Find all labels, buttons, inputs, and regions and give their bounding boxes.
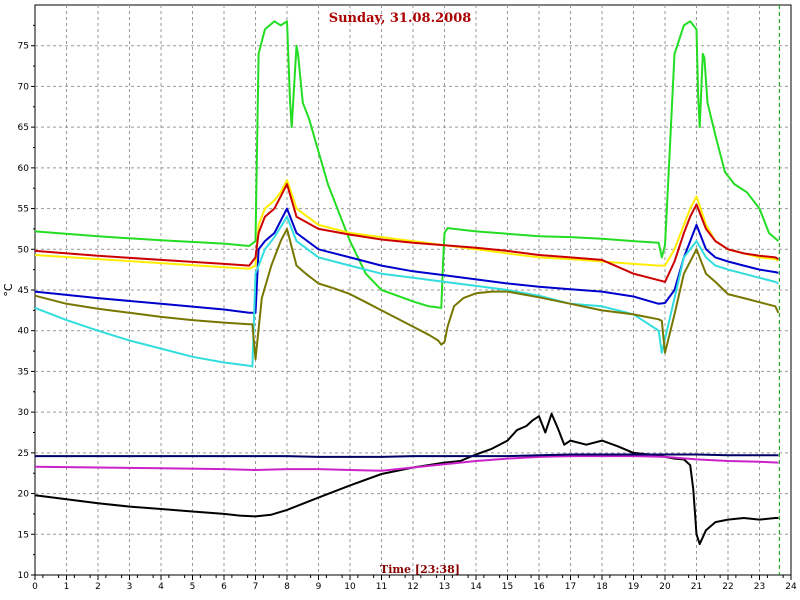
x-tick-label: 6 (221, 582, 227, 592)
y-tick-label: 10 (18, 571, 30, 581)
y-tick-label: 35 (18, 367, 29, 377)
y-tick-label: 75 (18, 42, 29, 52)
x-tick-label: 18 (596, 582, 608, 592)
y-tick-label: 30 (18, 408, 30, 418)
y-tick-label: 60 (18, 164, 30, 174)
x-tick-label: 10 (344, 582, 356, 592)
x-tick-label: 7 (253, 582, 259, 592)
x-tick-label: 0 (32, 582, 38, 592)
x-tick-label: 22 (722, 582, 733, 592)
y-tick-label: 45 (18, 286, 29, 296)
y-tick-label: 15 (18, 530, 29, 540)
y-tick-label: 50 (18, 245, 30, 255)
x-tick-label: 9 (316, 582, 322, 592)
y-tick-label: 25 (18, 449, 29, 459)
x-tick-label: 1 (64, 582, 70, 592)
x-tick-label: 5 (190, 582, 196, 592)
x-tick-label: 4 (158, 582, 164, 592)
x-tick-label: 20 (659, 582, 671, 592)
x-tick-label: 15 (502, 582, 513, 592)
x-tick-label: 16 (533, 582, 545, 592)
x-tick-label: 23 (754, 582, 765, 592)
x-tick-label: 17 (565, 582, 576, 592)
x-tick-label: 13 (439, 582, 450, 592)
y-tick-label: 40 (18, 327, 30, 337)
x-tick-label: 2 (95, 582, 101, 592)
x-tick-label: 12 (407, 582, 418, 592)
x-tick-label: 3 (127, 582, 133, 592)
x-axis-label: Time [23:38] (380, 563, 460, 576)
chart-title: Sunday, 31.08.2008 (329, 11, 472, 26)
x-tick-label: 19 (628, 582, 640, 592)
y-tick-label: 55 (18, 205, 29, 215)
x-tick-label: 8 (284, 582, 290, 592)
x-tick-label: 21 (691, 582, 702, 592)
y-tick-label: 20 (18, 490, 30, 500)
chart-container: 0 1 2 3 4 5 6 7 8 9 10 11 12 13 14 15 16 17 18 19 20 21 22 23 24… (0, 0, 800, 600)
y-tick-label: 65 (18, 123, 29, 133)
x-tick-label: 11 (376, 582, 387, 592)
y-axis-label: °C (2, 283, 15, 297)
y-tick-label: 70 (18, 82, 30, 92)
x-tick-label: 24 (785, 582, 797, 592)
line-chart: 0 1 2 3 4 5 6 7 8 9 10 11 12 13 14 15 16 17 18 19 20 21 22 23 24… (2, 4, 797, 592)
x-tick-label: 14 (470, 582, 482, 592)
